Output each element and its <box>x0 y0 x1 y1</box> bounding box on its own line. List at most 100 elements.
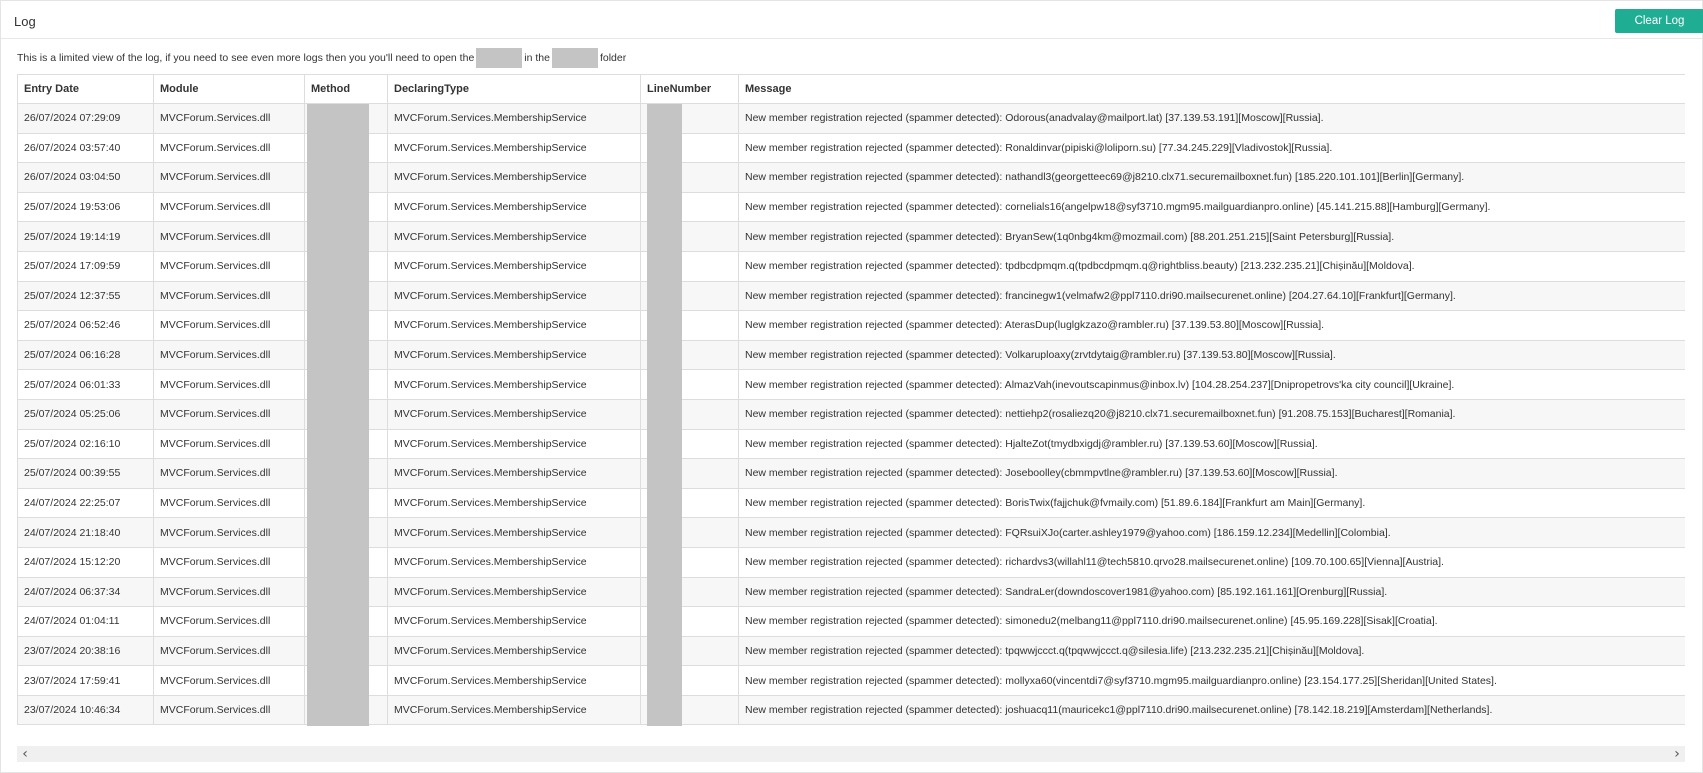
horizontal-scrollbar[interactable]: ‹ › <box>17 746 1685 762</box>
table-row[interactable]: 25/07/2024 06:16:28 MVCForum.Services.dll… <box>17 339 1685 371</box>
cell-entry-date: 24/07/2024 22:25:07 <box>17 487 154 519</box>
cell-module: MVCForum.Services.dll <box>153 369 305 400</box>
cell-entry-date: 25/07/2024 12:37:55 <box>17 280 154 312</box>
table-row[interactable]: 24/07/2024 21:18:40 MVCForum.Services.dll… <box>17 517 1685 548</box>
column-header-entry-date[interactable]: Entry Date <box>17 74 154 104</box>
cell-declaring-type: MVCForum.Services.MembershipService <box>387 280 641 312</box>
cell-entry-date: 26/07/2024 03:57:40 <box>17 132 154 164</box>
cell-module: MVCForum.Services.dll <box>153 487 305 519</box>
cell-entry-date: 24/07/2024 15:12:20 <box>17 546 154 578</box>
info-text-after: folder <box>599 52 627 64</box>
panel-header: Log <box>1 1 1702 39</box>
log-table: Entry Date Module Method DeclaringType L… <box>17 74 1685 726</box>
cell-module: MVCForum.Services.dll <box>153 132 305 164</box>
cell-module: MVCForum.Services.dll <box>153 458 305 489</box>
cell-module: MVCForum.Services.dll <box>153 517 305 548</box>
cell-declaring-type: MVCForum.Services.MembershipService <box>387 369 641 400</box>
cell-entry-date: 24/07/2024 21:18:40 <box>17 517 154 548</box>
cell-module: MVCForum.Services.dll <box>153 398 305 430</box>
cell-declaring-type: MVCForum.Services.MembershipService <box>387 339 641 371</box>
cell-module: MVCForum.Services.dll <box>153 635 305 667</box>
table-row[interactable]: 25/07/2024 19:53:06 MVCForum.Services.dll… <box>17 191 1685 223</box>
clear-log-button[interactable]: Clear Log <box>1615 9 1703 33</box>
cell-module: MVCForum.Services.dll <box>153 221 305 252</box>
cell-message: New member registration rejected (spamme… <box>738 487 1685 519</box>
cell-declaring-type: MVCForum.Services.MembershipService <box>387 221 641 252</box>
cell-module: MVCForum.Services.dll <box>153 191 305 223</box>
table-row[interactable]: 25/07/2024 19:14:19 MVCForum.Services.dll… <box>17 221 1685 252</box>
cell-module: MVCForum.Services.dll <box>153 576 305 608</box>
cell-entry-date: 23/07/2024 17:59:41 <box>17 665 154 696</box>
info-text-before: This is a limited view of the log, if yo… <box>17 52 475 64</box>
table-row[interactable]: 25/07/2024 00:39:55 MVCForum.Services.dll… <box>17 458 1685 489</box>
cell-entry-date: 23/07/2024 10:46:34 <box>17 694 154 726</box>
table-row[interactable]: 26/07/2024 03:57:40 MVCForum.Services.dll… <box>17 132 1685 164</box>
cell-declaring-type: MVCForum.Services.MembershipService <box>387 162 641 193</box>
table-row[interactable]: 23/07/2024 10:46:34 MVCForum.Services.dll… <box>17 694 1685 726</box>
cell-message: New member registration rejected (spamme… <box>738 191 1685 223</box>
table-row[interactable]: 24/07/2024 15:12:20 MVCForum.Services.dll… <box>17 546 1685 578</box>
table-header-row: Entry Date Module Method DeclaringType L… <box>17 74 1685 104</box>
cell-declaring-type: MVCForum.Services.MembershipService <box>387 665 641 696</box>
cell-declaring-type: MVCForum.Services.MembershipService <box>387 546 641 578</box>
cell-entry-date: 25/07/2024 06:52:46 <box>17 310 154 341</box>
table-row[interactable]: 25/07/2024 06:01:33 MVCForum.Services.dll… <box>17 369 1685 400</box>
chevron-left-icon[interactable]: ‹ <box>17 746 33 762</box>
cell-entry-date: 25/07/2024 05:25:06 <box>17 398 154 430</box>
cell-declaring-type: MVCForum.Services.MembershipService <box>387 428 641 460</box>
cell-declaring-type: MVCForum.Services.MembershipService <box>387 398 641 430</box>
cell-module: MVCForum.Services.dll <box>153 103 305 134</box>
table-row[interactable]: 24/07/2024 22:25:07 MVCForum.Services.dll… <box>17 487 1685 519</box>
log-table-body: 26/07/2024 07:29:09 MVCForum.Services.dll… <box>17 103 1685 726</box>
cell-declaring-type: MVCForum.Services.MembershipService <box>387 576 641 608</box>
cell-message: New member registration rejected (spamme… <box>738 546 1685 578</box>
column-header-module[interactable]: Module <box>153 74 305 104</box>
table-row[interactable]: 25/07/2024 17:09:59 MVCForum.Services.dll… <box>17 250 1685 282</box>
cell-message: New member registration rejected (spamme… <box>738 398 1685 430</box>
table-row[interactable]: 25/07/2024 12:37:55 MVCForum.Services.dll… <box>17 280 1685 312</box>
cell-message: New member registration rejected (spamme… <box>738 339 1685 371</box>
redacted-method-column <box>307 104 369 726</box>
cell-declaring-type: MVCForum.Services.MembershipService <box>387 694 641 726</box>
cell-entry-date: 25/07/2024 19:53:06 <box>17 191 154 223</box>
column-header-declaring-type[interactable]: DeclaringType <box>387 74 641 104</box>
cell-entry-date: 23/07/2024 20:38:16 <box>17 635 154 667</box>
cell-declaring-type: MVCForum.Services.MembershipService <box>387 191 641 223</box>
cell-message: New member registration rejected (spamme… <box>738 369 1685 400</box>
panel-title: Log <box>14 14 36 29</box>
table-row[interactable]: 23/07/2024 17:59:41 MVCForum.Services.dll… <box>17 665 1685 696</box>
cell-entry-date: 25/07/2024 17:09:59 <box>17 250 154 282</box>
cell-module: MVCForum.Services.dll <box>153 428 305 460</box>
cell-module: MVCForum.Services.dll <box>153 694 305 726</box>
table-row[interactable]: 23/07/2024 20:38:16 MVCForum.Services.dll… <box>17 635 1685 667</box>
redacted-block <box>476 48 523 68</box>
cell-message: New member registration rejected (spamme… <box>738 162 1685 193</box>
cell-module: MVCForum.Services.dll <box>153 250 305 282</box>
cell-message: New member registration rejected (spamme… <box>738 103 1685 134</box>
log-table-container[interactable]: Entry Date Module Method DeclaringType L… <box>17 74 1685 730</box>
table-row[interactable]: 26/07/2024 07:29:09 MVCForum.Services.dll… <box>17 103 1685 134</box>
column-header-message[interactable]: Message <box>738 74 1685 104</box>
table-row[interactable]: 25/07/2024 05:25:06 MVCForum.Services.dll… <box>17 398 1685 430</box>
cell-entry-date: 25/07/2024 06:16:28 <box>17 339 154 371</box>
column-header-line-number[interactable]: LineNumber <box>640 74 739 104</box>
cell-declaring-type: MVCForum.Services.MembershipService <box>387 487 641 519</box>
cell-module: MVCForum.Services.dll <box>153 665 305 696</box>
cell-entry-date: 25/07/2024 06:01:33 <box>17 369 154 400</box>
column-header-method[interactable]: Method <box>304 74 388 104</box>
table-row[interactable]: 24/07/2024 01:04:11 MVCForum.Services.dll… <box>17 606 1685 637</box>
table-row[interactable]: 26/07/2024 03:04:50 MVCForum.Services.dll… <box>17 162 1685 193</box>
cell-entry-date: 26/07/2024 07:29:09 <box>17 103 154 134</box>
cell-message: New member registration rejected (spamme… <box>738 606 1685 637</box>
table-row[interactable]: 24/07/2024 06:37:34 MVCForum.Services.dll… <box>17 576 1685 608</box>
cell-declaring-type: MVCForum.Services.MembershipService <box>387 310 641 341</box>
table-row[interactable]: 25/07/2024 02:16:10 MVCForum.Services.dll… <box>17 428 1685 460</box>
cell-entry-date: 25/07/2024 19:14:19 <box>17 221 154 252</box>
cell-module: MVCForum.Services.dll <box>153 546 305 578</box>
cell-module: MVCForum.Services.dll <box>153 339 305 371</box>
chevron-right-icon[interactable]: › <box>1669 746 1685 762</box>
cell-message: New member registration rejected (spamme… <box>738 635 1685 667</box>
table-row[interactable]: 25/07/2024 06:52:46 MVCForum.Services.dll… <box>17 310 1685 341</box>
cell-message: New member registration rejected (spamme… <box>738 665 1685 696</box>
cell-module: MVCForum.Services.dll <box>153 606 305 637</box>
